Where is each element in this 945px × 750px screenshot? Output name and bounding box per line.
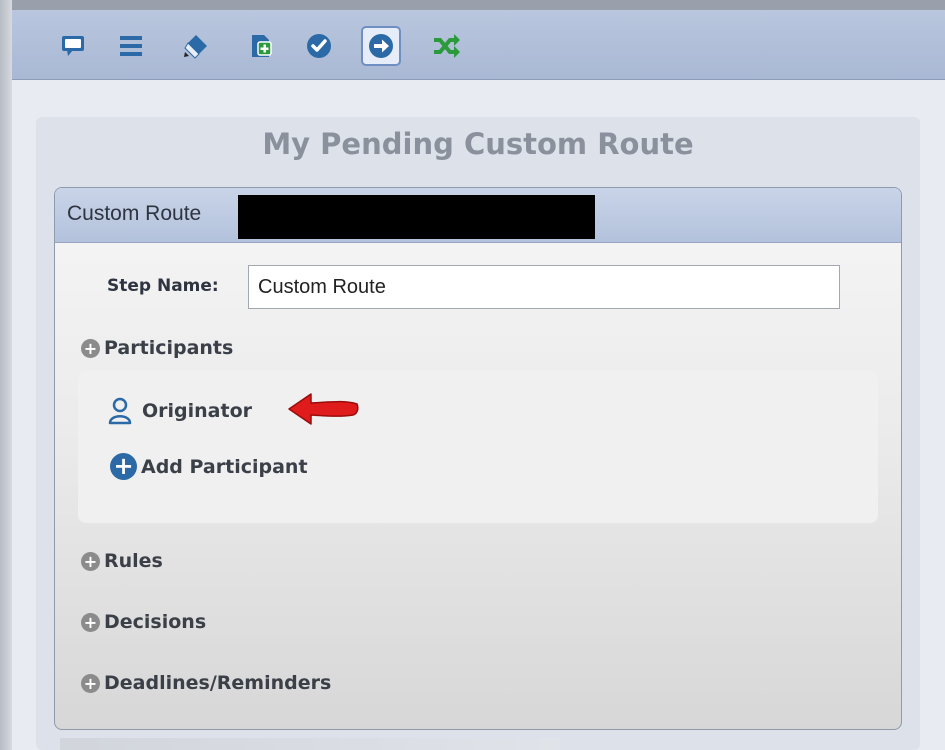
arrow-circle-right-icon xyxy=(369,34,393,58)
rules-section-toggle[interactable]: + Rules xyxy=(81,550,163,572)
window-left-edge xyxy=(0,0,12,750)
participants-section-label: Participants xyxy=(104,337,234,359)
participant-item[interactable]: Originator xyxy=(108,397,252,425)
add-document-button[interactable] xyxy=(241,26,281,66)
rules-section-label: Rules xyxy=(104,550,163,572)
comment-icon xyxy=(62,36,84,56)
list-button[interactable] xyxy=(111,26,151,66)
user-icon xyxy=(108,397,132,425)
eraser-icon xyxy=(184,35,207,59)
red-arrow-annotation xyxy=(288,393,359,425)
participant-name: Originator xyxy=(142,400,253,422)
page-title: My Pending Custom Route xyxy=(262,127,694,161)
shuffle-button[interactable] xyxy=(426,26,466,66)
cut-off-content xyxy=(60,738,560,750)
approve-button[interactable] xyxy=(299,26,339,66)
check-circle-icon xyxy=(307,34,331,58)
route-forward-button[interactable] xyxy=(361,26,401,66)
participants-section-toggle[interactable]: + Participants xyxy=(81,337,233,359)
window-top-edge xyxy=(0,0,945,10)
comment-button[interactable] xyxy=(53,26,93,66)
expand-icon: + xyxy=(81,612,100,632)
deadlines-section-label: Deadlines/Reminders xyxy=(104,672,332,694)
shuffle-icon xyxy=(434,34,460,58)
add-document-icon xyxy=(252,35,272,57)
deadlines-section-toggle[interactable]: + Deadlines/Reminders xyxy=(81,672,331,694)
toolbar xyxy=(12,10,945,80)
expand-icon: + xyxy=(81,551,100,571)
expand-icon: + xyxy=(81,673,100,693)
eraser-button[interactable] xyxy=(176,26,216,66)
add-participant-label: Add Participant xyxy=(141,455,308,478)
panel-header-label: Custom Route xyxy=(67,202,202,225)
redacted-route-name xyxy=(238,195,595,239)
custom-route-panel: Custom Route Step Name: + Participants O… xyxy=(54,187,902,730)
list-icon xyxy=(120,36,142,56)
decisions-section-label: Decisions xyxy=(104,611,207,633)
participants-list: Originator + Add Participant xyxy=(78,371,878,523)
decisions-section-toggle[interactable]: + Decisions xyxy=(81,611,206,633)
add-circle-icon: + xyxy=(110,453,137,480)
step-name-input[interactable] xyxy=(248,265,840,309)
expand-icon: + xyxy=(81,338,100,358)
step-name-label: Step Name: xyxy=(107,276,219,296)
panel-header: Custom Route xyxy=(55,188,901,243)
add-participant-button[interactable]: + Add Participant xyxy=(110,453,308,480)
